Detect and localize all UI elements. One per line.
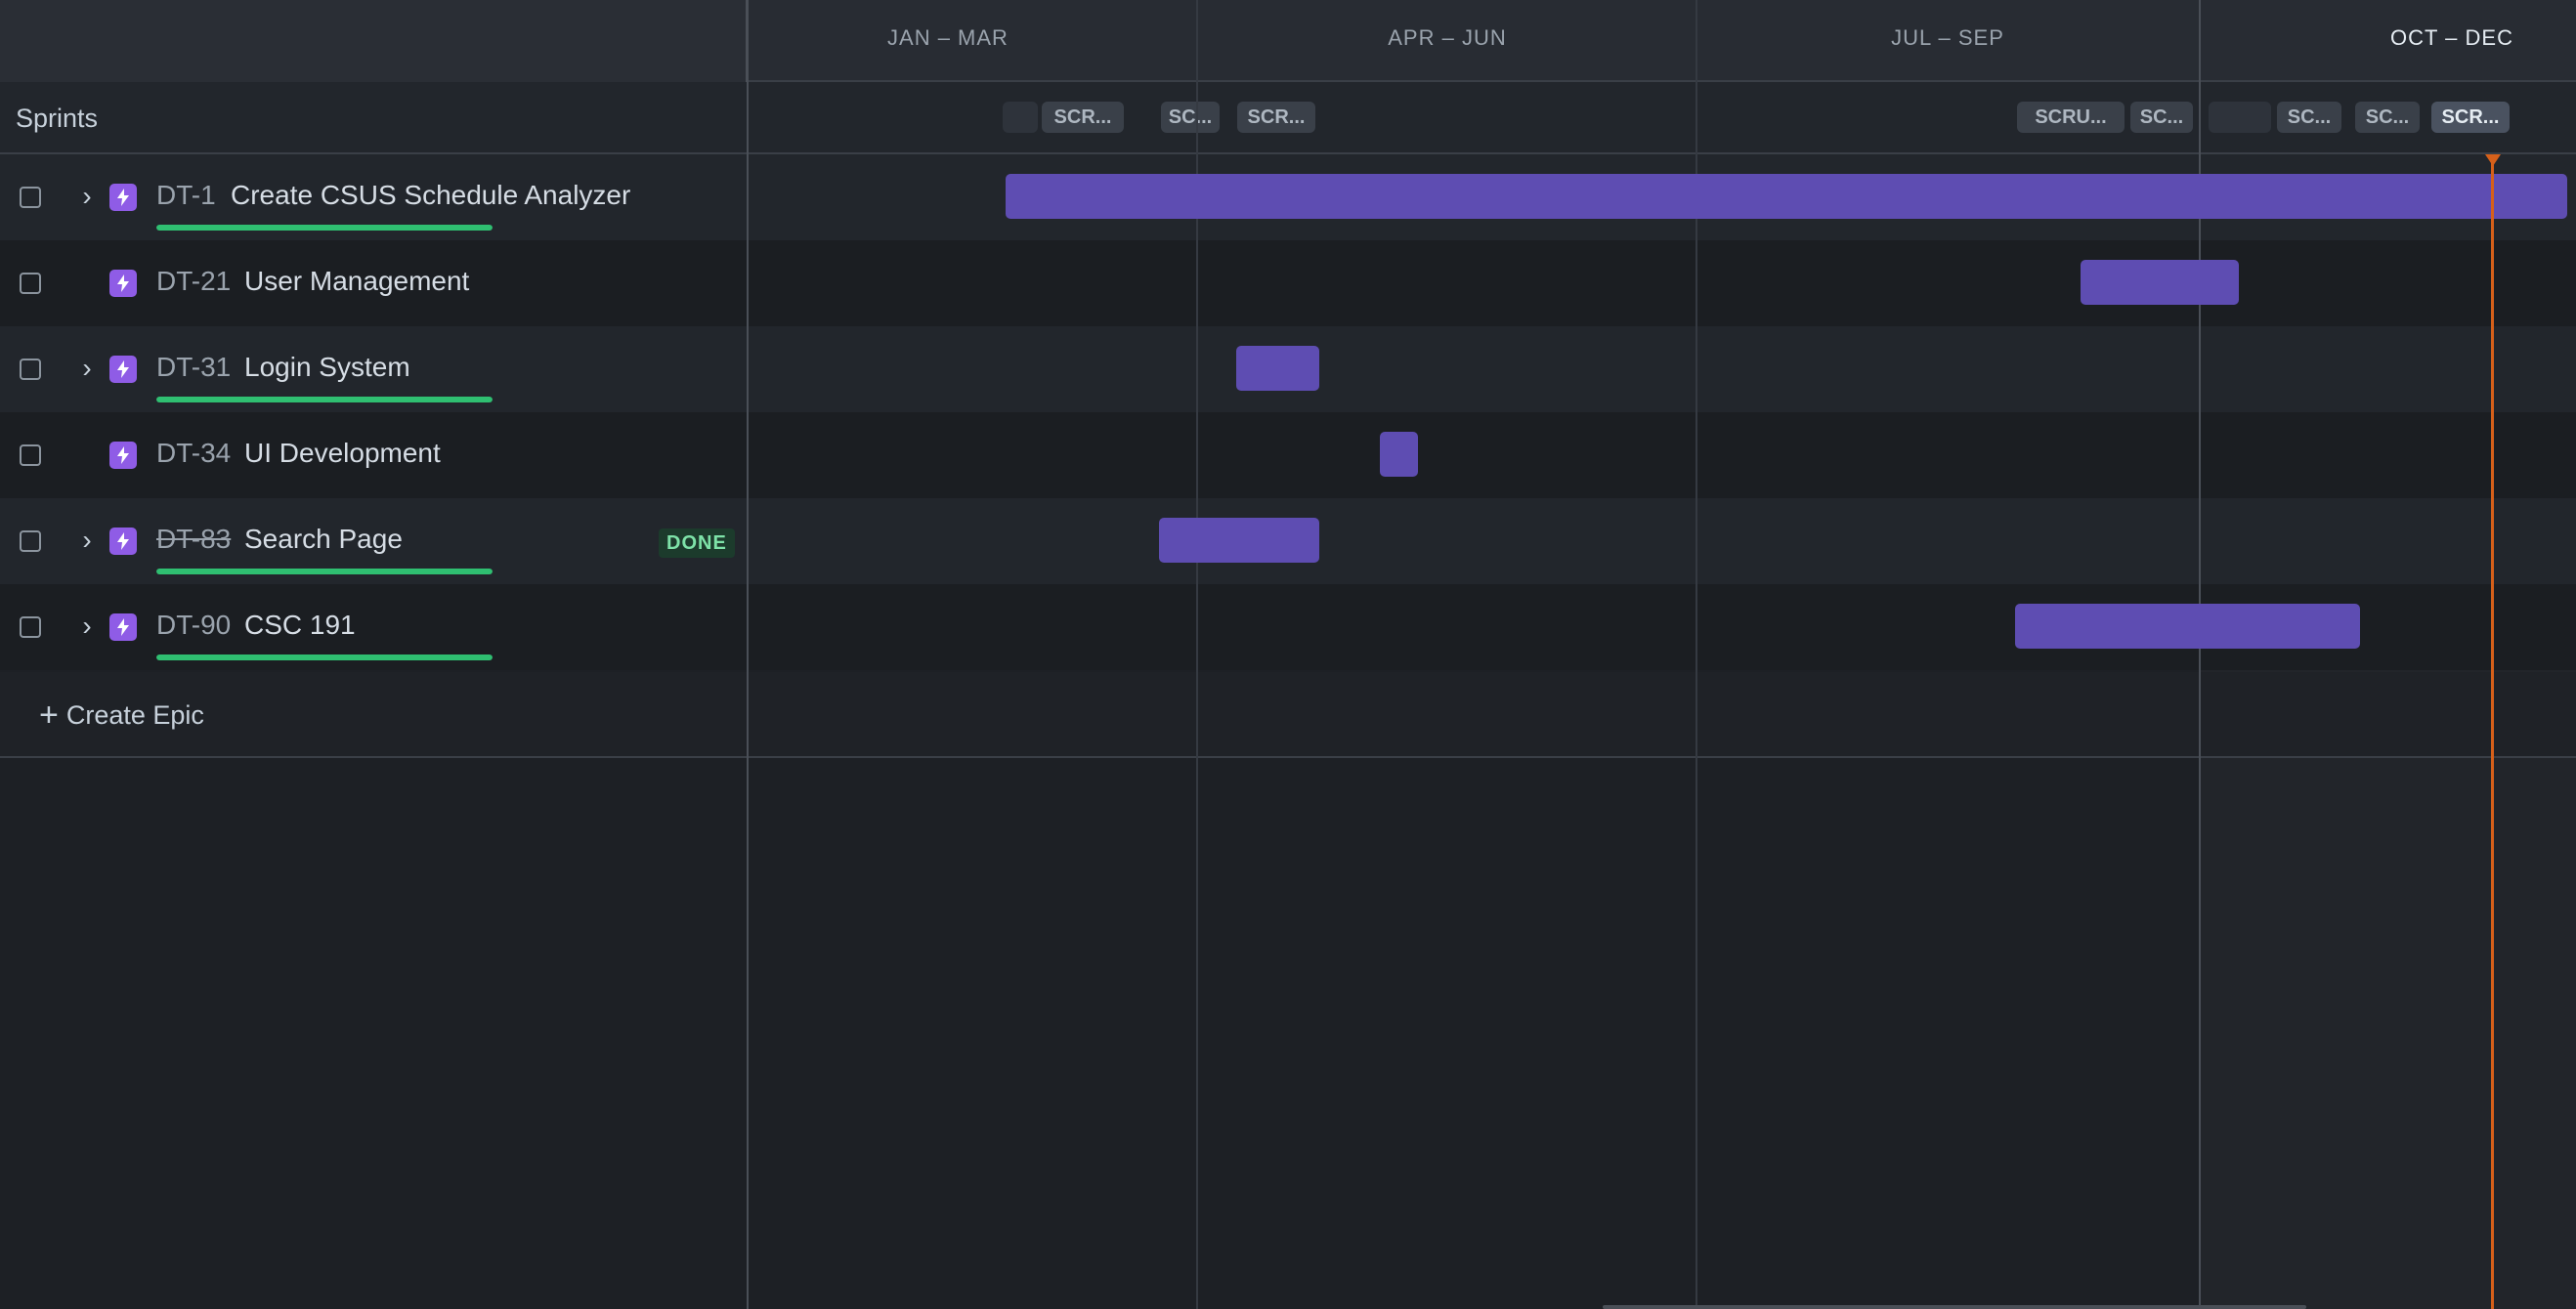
- sprint-chip[interactable]: SCR...: [1237, 102, 1315, 133]
- issue-key[interactable]: DT-31: [156, 348, 231, 387]
- quarter-label-q3: JUL – SEP: [1891, 25, 2004, 50]
- issue-key[interactable]: DT-90: [156, 606, 231, 645]
- timeline-bar-dt-83[interactable]: [1159, 518, 1319, 563]
- issue-summary[interactable]: Search Page: [244, 520, 403, 559]
- today-marker-icon: [2485, 154, 2501, 166]
- sprint-chip[interactable]: SCR...: [1042, 102, 1124, 133]
- epic-row-dt-34[interactable]: DT-34 UI Development: [0, 412, 2576, 498]
- header-left-blank: [0, 0, 748, 82]
- issue-summary[interactable]: CSC 191: [244, 606, 356, 645]
- sprint-chip[interactable]: SC...: [2355, 102, 2420, 133]
- panel-divider[interactable]: [747, 0, 749, 1309]
- row-checkbox[interactable]: [20, 616, 41, 638]
- progress-bar: [156, 569, 493, 574]
- epic-lightning-icon: [109, 356, 137, 383]
- sprint-chip[interactable]: [2209, 102, 2271, 133]
- sprints-row: Sprints SCR... SC... SCR... SCRU... SC..…: [0, 82, 2576, 154]
- row-checkbox[interactable]: [20, 187, 41, 208]
- timeline-bar-dt-34[interactable]: [1380, 432, 1418, 477]
- issue-key[interactable]: DT-83: [156, 520, 231, 559]
- row-checkbox[interactable]: [20, 444, 41, 466]
- epic-lightning-icon: [109, 184, 137, 211]
- quarter-label-q4: OCT – DEC: [2390, 25, 2513, 50]
- progress-bar: [156, 397, 493, 402]
- sprint-chip-current[interactable]: SCR...: [2431, 102, 2510, 133]
- chevron-right-icon[interactable]: ›: [76, 526, 98, 555]
- create-epic-button[interactable]: + Create Epic: [39, 692, 204, 739]
- row-checkbox[interactable]: [20, 530, 41, 552]
- epic-lightning-icon: [109, 270, 137, 297]
- sprints-label: Sprints: [16, 104, 99, 133]
- sprint-chip[interactable]: SC...: [2277, 102, 2341, 133]
- epic-lightning-icon: [109, 528, 137, 555]
- issue-summary[interactable]: UI Development: [244, 434, 441, 473]
- create-epic-label: Create Epic: [65, 700, 204, 730]
- epic-lightning-icon: [109, 442, 137, 469]
- quarter-label-q2: APR – JUN: [1388, 25, 1507, 50]
- progress-bar: [156, 654, 493, 660]
- chevron-right-icon[interactable]: ›: [76, 354, 98, 383]
- sprint-chip[interactable]: SCRU...: [2017, 102, 2125, 133]
- issue-summary[interactable]: Login System: [244, 348, 410, 387]
- row-checkbox[interactable]: [20, 273, 41, 294]
- epic-lightning-icon: [109, 613, 137, 641]
- horizontal-scrollbar[interactable]: [1603, 1305, 2306, 1309]
- progress-fill: [156, 225, 493, 231]
- progress-fill: [156, 397, 493, 402]
- row-checkbox[interactable]: [20, 359, 41, 380]
- epic-rows: › DT-1 Create CSUS Schedule Analyzer DT-…: [0, 154, 2576, 1309]
- today-line: [2491, 154, 2494, 1309]
- progress-bar: [156, 225, 493, 231]
- timeline-bar-dt-31[interactable]: [1236, 346, 1319, 391]
- status-badge: DONE: [659, 528, 735, 558]
- plus-icon: +: [39, 697, 59, 734]
- issue-summary[interactable]: Create CSUS Schedule Analyzer: [231, 176, 630, 215]
- timeline-bar-dt-1[interactable]: [1006, 174, 2567, 219]
- issue-key[interactable]: DT-1: [156, 176, 216, 215]
- quarter-label-q1: JAN – MAR: [887, 25, 1009, 50]
- progress-fill: [156, 569, 493, 574]
- chevron-right-icon[interactable]: ›: [76, 612, 98, 641]
- create-epic-row: + Create Epic: [0, 672, 2576, 758]
- timeline-bar-dt-21[interactable]: [2081, 260, 2239, 305]
- timeline-header: JAN – MAR APR – JUN JUL – SEP OCT – DEC: [0, 0, 2576, 82]
- chevron-right-icon[interactable]: ›: [76, 182, 98, 211]
- sprint-chip[interactable]: [1003, 102, 1038, 133]
- issue-key[interactable]: DT-21: [156, 262, 231, 301]
- roadmap-view: JAN – MAR APR – JUN JUL – SEP OCT – DEC …: [0, 0, 2576, 1309]
- progress-fill: [156, 654, 493, 660]
- sprint-chip[interactable]: SC...: [2130, 102, 2193, 133]
- sprint-chip[interactable]: SC...: [1161, 102, 1220, 133]
- issue-key[interactable]: DT-34: [156, 434, 231, 473]
- issue-summary[interactable]: User Management: [244, 262, 469, 301]
- timeline-bar-dt-90[interactable]: [2015, 604, 2360, 649]
